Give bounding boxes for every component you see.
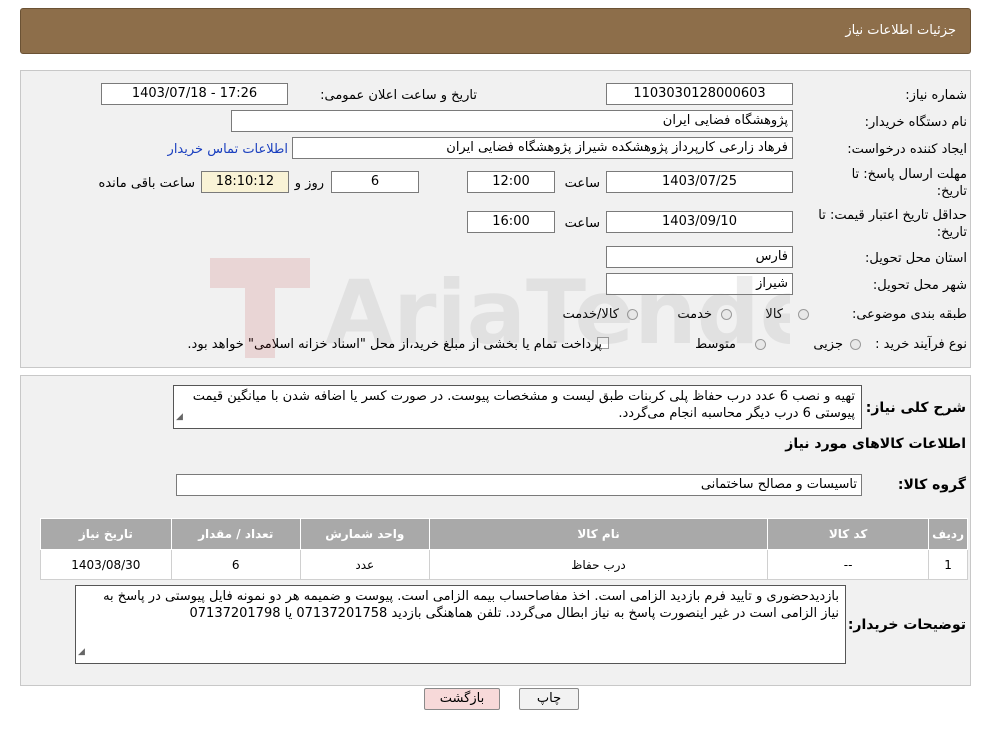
col-unit: واحد شمارش — [299, 518, 430, 550]
creator-field: فرهاد زارعی کارپرداز پژوهشکده شیراز پژوه… — [292, 137, 793, 159]
process-medium-radio[interactable] — [755, 339, 766, 350]
col-name: نام کالا — [428, 518, 769, 550]
goods-table-header: ردیف کد کالا نام کالا واحد شمارش تعداد /… — [40, 518, 968, 550]
table-cell: 1 — [928, 549, 968, 580]
city-label: شهر محل تحویل: — [872, 278, 967, 293]
process-minor-label: جزیی — [813, 337, 843, 352]
goods-section-title: اطلاعات کالاهای مورد نیاز — [785, 436, 966, 452]
col-need-date: تاریخ نیاز — [40, 518, 172, 550]
need-number-field: 1103030128000603 — [606, 83, 793, 105]
process-medium-label: متوسط — [695, 337, 736, 352]
page-title: جزئیات اطلاعات نیاز — [845, 23, 956, 38]
goods-group-label: گروه کالا: — [897, 477, 966, 493]
process-minor-radio[interactable] — [850, 339, 861, 350]
buyer-notes-label: توضیحات خریدار: — [847, 617, 966, 633]
col-code: کد کالا — [767, 518, 930, 550]
goods-group-field: تاسیسات و مصالح ساختمانی — [176, 474, 862, 496]
time-remaining-field: 18:10:12 — [201, 171, 289, 193]
reply-deadline-label: مهلت ارسال پاسخ: تا — [851, 167, 967, 182]
city-field: شیراز — [606, 273, 793, 295]
process-type-label: نوع فرآیند خرید : — [875, 337, 967, 352]
category-goods-label: کالا — [765, 307, 783, 322]
description-text: تهیه و نصب 6 عدد درب حفاظ پلی کربنات طبق… — [192, 389, 855, 421]
table-cell: عدد — [299, 549, 430, 580]
reply-time-label: ساعت — [564, 176, 600, 191]
province-label: استان محل تحویل: — [865, 251, 967, 266]
announce-date-field: 1403/07/18 - 17:26 — [101, 83, 288, 105]
category-goods-service-label: کالا/خدمت — [562, 307, 619, 322]
price-validity-label: حداقل تاریخ اعتبار قیمت: تا — [818, 208, 967, 223]
time-remaining-label: ساعت باقی مانده — [98, 176, 195, 191]
back-button[interactable]: بازگشت — [424, 688, 500, 710]
category-service-label: خدمت — [677, 307, 712, 322]
validity-time-field: 16:00 — [467, 211, 555, 233]
buyer-contact-link[interactable]: اطلاعات تماس خریدار — [168, 142, 288, 157]
announce-date-label: تاریخ و ساعت اعلان عمومی: — [320, 88, 477, 103]
table-cell: -- — [767, 549, 930, 580]
validity-time-label: ساعت — [564, 216, 600, 231]
reply-deadline-label-2: تاریخ: — [936, 184, 967, 199]
province-field: فارس — [606, 246, 793, 268]
reply-date-field: 1403/07/25 — [606, 171, 793, 193]
resize-grip-icon[interactable]: ◢ — [176, 409, 183, 426]
buyer-org-label: نام دستگاه خریدار: — [864, 115, 967, 130]
buyer-org-field: پژوهشگاه فضایی ایران — [231, 110, 793, 132]
col-quantity: تعداد / مقدار — [170, 518, 301, 550]
category-label: طبقه بندی موضوعی: — [851, 307, 967, 322]
col-row: ردیف — [928, 518, 968, 550]
need-number-label: شماره نیاز: — [905, 88, 967, 103]
table-row: 1 -- درب حفاظ عدد 6 1403/08/30 — [40, 549, 968, 580]
table-cell: 6 — [170, 549, 301, 580]
buyer-notes-textarea: بازدیدحضوری و تایید فرم بازدید الزامی اس… — [75, 585, 846, 664]
buyer-notes-text: بازدیدحضوری و تایید فرم بازدید الزامی اس… — [103, 589, 839, 621]
creator-label: ایجاد کننده درخواست: — [847, 142, 967, 157]
description-textarea: تهیه و نصب 6 عدد درب حفاظ پلی کربنات طبق… — [173, 385, 862, 429]
category-service-radio[interactable] — [721, 309, 732, 320]
goods-table: ردیف کد کالا نام کالا واحد شمارش تعداد /… — [40, 518, 968, 580]
process-note: پرداخت تمام یا بخشی از مبلغ خرید،از محل … — [187, 337, 602, 352]
resize-grip-icon[interactable]: ◢ — [78, 644, 85, 661]
page-header: جزئیات اطلاعات نیاز — [20, 8, 971, 54]
days-remaining-field: 6 — [331, 171, 419, 193]
reply-time-field: 12:00 — [467, 171, 555, 193]
description-label: شرح کلی نیاز: — [865, 400, 966, 416]
validity-date-field: 1403/09/10 — [606, 211, 793, 233]
price-validity-label-2: تاریخ: — [936, 225, 967, 240]
day-and-label: روز و — [294, 176, 324, 191]
print-button[interactable]: چاپ — [519, 688, 579, 710]
table-cell: 1403/08/30 — [40, 549, 172, 580]
category-goods-radio[interactable] — [798, 309, 809, 320]
table-cell: درب حفاظ — [428, 549, 769, 580]
category-goods-service-radio[interactable] — [627, 309, 638, 320]
